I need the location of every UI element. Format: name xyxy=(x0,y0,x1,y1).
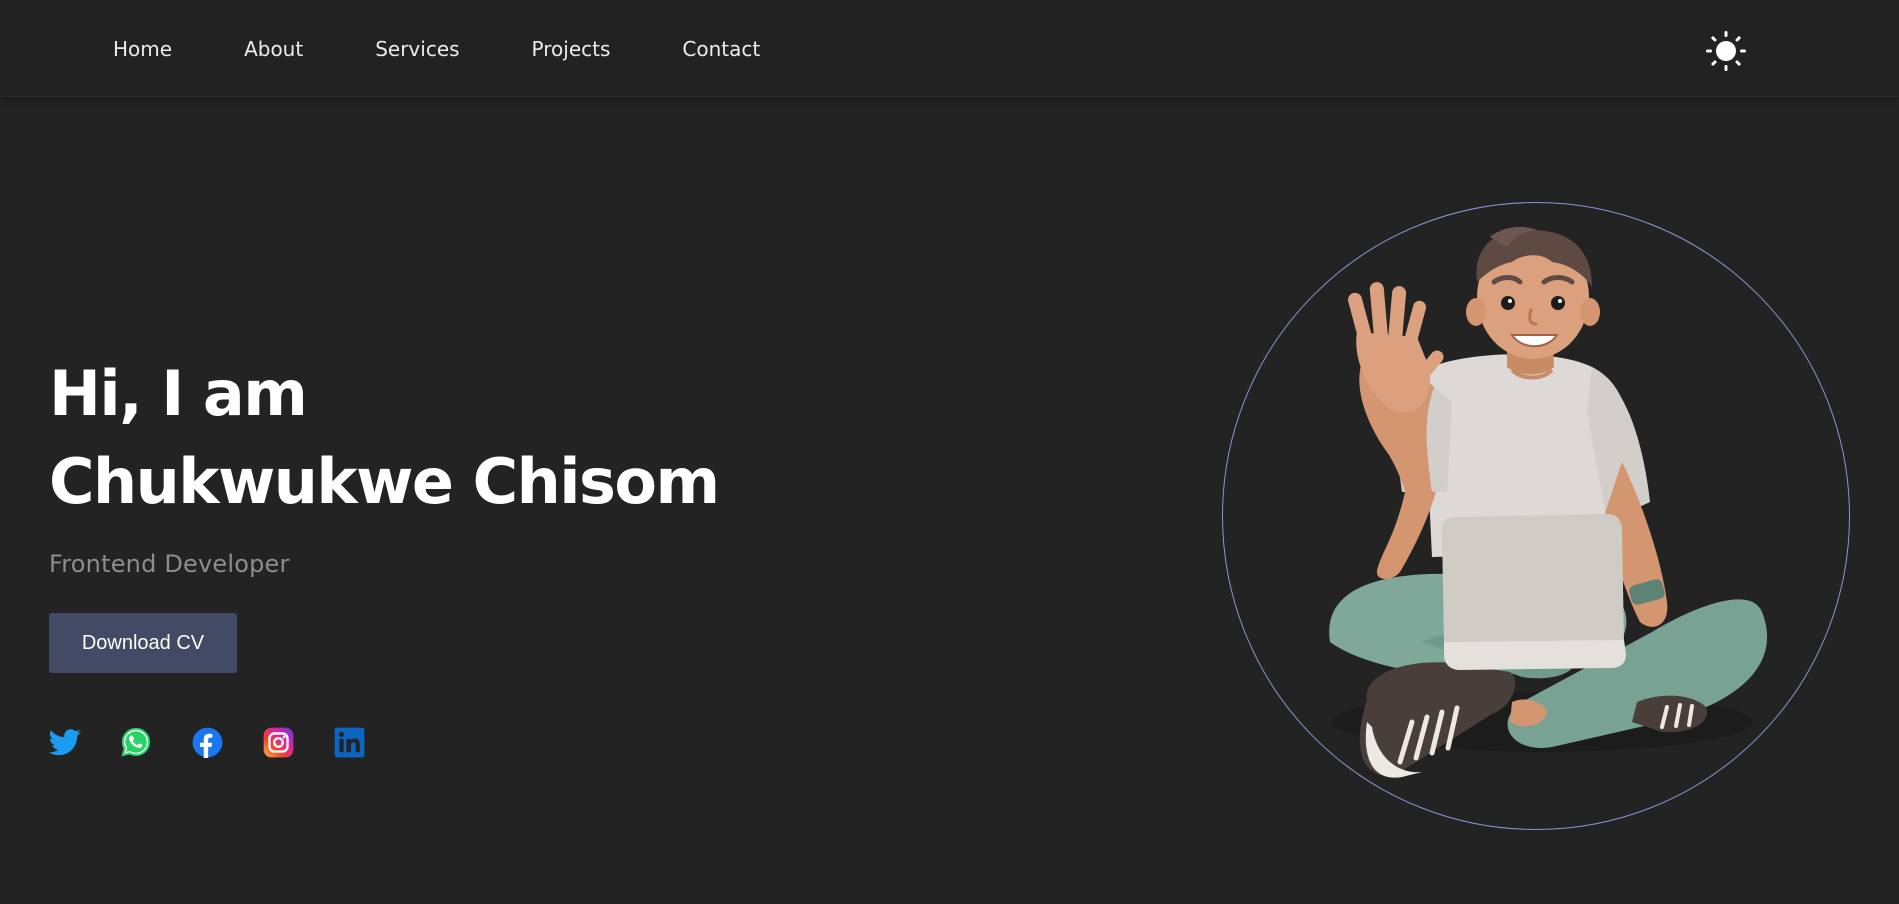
linkedin-link[interactable] xyxy=(333,726,365,758)
nav-link-about[interactable]: About xyxy=(244,37,303,61)
linkedin-icon xyxy=(334,727,364,757)
facebook-icon xyxy=(192,727,222,758)
hero-title: Hi, I am Chukwukwe Chisom xyxy=(49,350,949,526)
facebook-link[interactable] xyxy=(191,726,223,758)
hero-role: Frontend Developer xyxy=(49,550,290,578)
nav-link-services[interactable]: Services xyxy=(375,37,459,61)
social-links xyxy=(49,726,404,758)
instagram-icon xyxy=(263,727,293,757)
whatsapp-link[interactable] xyxy=(120,726,152,758)
avatar-illustration xyxy=(1222,202,1850,830)
theme-toggle-button[interactable] xyxy=(1705,30,1747,72)
nav-link-projects[interactable]: Projects xyxy=(532,37,611,61)
hero-name: Chukwukwe Chisom xyxy=(49,445,720,518)
nav-links: Home About Services Projects Contact xyxy=(113,0,832,97)
nav-link-home[interactable]: Home xyxy=(113,37,172,61)
instagram-link[interactable] xyxy=(262,726,294,758)
navbar: Home About Services Projects Contact xyxy=(0,0,1899,97)
twitter-link[interactable] xyxy=(49,726,81,758)
twitter-icon xyxy=(49,729,81,756)
nav-link-contact[interactable]: Contact xyxy=(682,37,760,61)
hero-greeting: Hi, I am xyxy=(49,357,308,430)
hero-section: Hi, I am Chukwukwe Chisom Frontend Devel… xyxy=(49,350,949,578)
sun-icon xyxy=(1706,31,1746,71)
waving-developer-icon xyxy=(1329,226,1768,778)
whatsapp-icon xyxy=(121,727,151,757)
download-cv-button[interactable]: Download CV xyxy=(49,613,237,673)
